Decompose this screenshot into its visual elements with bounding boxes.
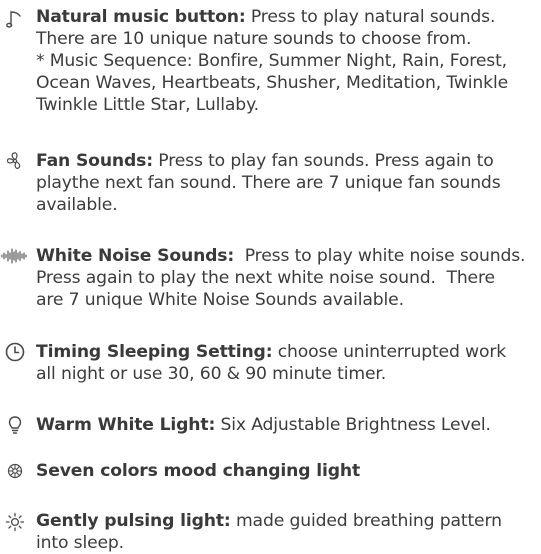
color-wheel-icon [4, 460, 26, 482]
clock-icon [4, 341, 26, 363]
feature-text: Gently pulsing light: made guided breath… [36, 511, 502, 553]
feature-label: Timing Sleeping Setting: [36, 342, 273, 362]
feature-label: Seven colors mood changing light [36, 461, 361, 481]
feature-label: White Noise Sounds: [36, 246, 235, 266]
feature-label: Gently pulsing light: [36, 511, 231, 531]
feature-text: Timing Sleeping Setting: choose uninterr… [36, 342, 507, 384]
fan-icon [4, 150, 26, 172]
music-note-icon [4, 8, 26, 30]
pulsing-light-icon [4, 511, 26, 533]
feature-text: Warm White Light: Six Adjustable Brightn… [36, 415, 491, 435]
feature-label: Natural music button: [36, 7, 246, 27]
feature-label: Warm White Light: [36, 415, 216, 435]
feature-label: Fan Sounds: [36, 151, 153, 171]
light-bulb-icon [4, 414, 26, 436]
feature-text: Natural music button: Press to play natu… [36, 6, 540, 116]
music-sequence-note: * Music Sequence: Bonfire, Summer Night,… [36, 51, 507, 71]
sound-wave-icon [1, 245, 27, 267]
feature-text: Fan Sounds: Press to play fan sounds. Pr… [36, 151, 501, 215]
feature-text: Seven colors mood changing light [36, 460, 540, 482]
feature-text: White Noise Sounds: Press to play white … [36, 246, 526, 310]
